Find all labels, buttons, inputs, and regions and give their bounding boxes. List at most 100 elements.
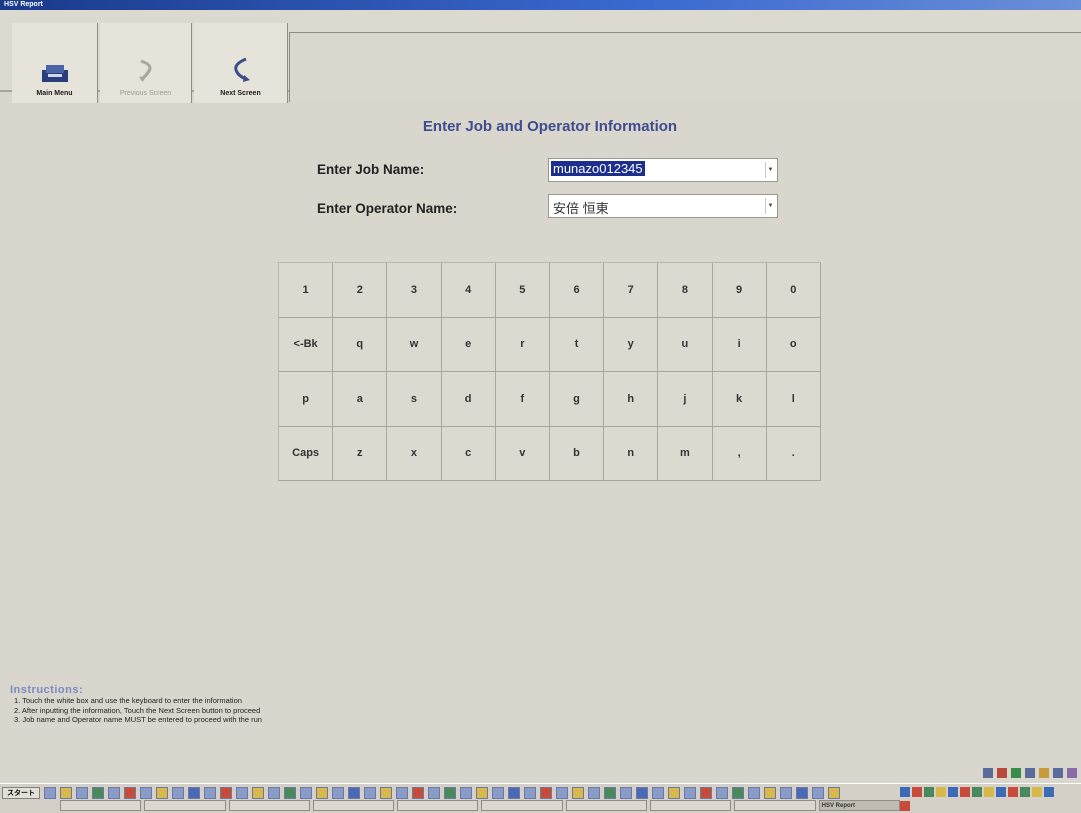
app-icon[interactable] [812,787,824,799]
key-q[interactable]: q [333,317,388,372]
app-icon[interactable] [108,787,120,799]
key-p[interactable]: p [279,372,334,427]
taskbar-task[interactable] [650,800,732,811]
key-m[interactable]: m [658,426,713,481]
ime-icon[interactable] [983,768,993,778]
app-icon[interactable] [140,787,152,799]
app-icon[interactable] [476,787,488,799]
app-icon[interactable] [620,787,632,799]
key-g[interactable]: g [549,372,605,427]
taskbar-task[interactable] [60,800,142,811]
key-r[interactable]: r [495,317,550,372]
operator-name-dropdown-icon[interactable]: ▼ [765,198,775,214]
app-icon[interactable] [524,787,536,799]
key-y[interactable]: y [604,317,659,372]
key-3[interactable]: 3 [387,263,442,318]
app-icon[interactable] [76,787,88,799]
taskbar-task[interactable] [397,800,479,811]
key-i[interactable]: i [712,317,767,372]
key-period[interactable]: . [766,426,821,481]
key-x[interactable]: x [387,426,442,481]
key-b[interactable]: b [549,426,605,481]
next-screen-button[interactable]: Next Screen [194,23,288,103]
app-icon[interactable] [572,787,584,799]
app-icon[interactable] [444,787,456,799]
key-5[interactable]: 5 [495,263,550,318]
key-6[interactable]: 6 [549,263,605,318]
key-k[interactable]: k [712,372,767,427]
app-icon[interactable] [60,787,72,799]
key-4[interactable]: 4 [441,263,496,318]
app-icon[interactable] [684,787,696,799]
app-icon[interactable] [332,787,344,799]
app-icon[interactable] [540,787,552,799]
job-name-dropdown-icon[interactable]: ▼ [765,162,775,178]
app-icon[interactable] [828,787,840,799]
app-icon[interactable] [300,787,312,799]
key-f[interactable]: f [495,372,550,427]
ime-icon[interactable] [1025,768,1035,778]
app-icon[interactable] [188,787,200,799]
app-icon[interactable] [748,787,760,799]
ime-icon[interactable] [1053,768,1063,778]
ime-icon[interactable] [1067,768,1077,778]
ime-icon[interactable] [997,768,1007,778]
app-icon[interactable] [508,787,520,799]
app-icon[interactable] [348,787,360,799]
app-icon[interactable] [668,787,680,799]
tray-icon[interactable] [900,787,910,797]
app-icon[interactable] [364,787,376,799]
app-icon[interactable] [796,787,808,799]
app-icon[interactable] [236,787,248,799]
key-v[interactable]: v [495,426,550,481]
app-icon[interactable] [460,787,472,799]
app-icon[interactable] [284,787,296,799]
tray-icon[interactable] [936,787,946,797]
key-z[interactable]: z [333,426,388,481]
tray-icon[interactable] [996,787,1006,797]
tray-icon[interactable] [1020,787,1030,797]
app-icon[interactable] [492,787,504,799]
key-comma[interactable]: , [712,426,767,481]
app-icon[interactable] [124,787,136,799]
app-icon[interactable] [732,787,744,799]
taskbar-task[interactable] [734,800,816,811]
app-icon[interactable] [700,787,712,799]
key-j[interactable]: j [658,372,713,427]
app-icon[interactable] [44,787,56,799]
tray-icon[interactable] [1032,787,1042,797]
app-icon[interactable] [396,787,408,799]
app-icon[interactable] [780,787,792,799]
tray-icon[interactable] [900,801,910,811]
app-icon[interactable] [556,787,568,799]
key-d[interactable]: d [441,372,496,427]
ime-icon[interactable] [1011,768,1021,778]
key-1[interactable]: 1 [279,263,334,318]
tray-icon[interactable] [1044,787,1054,797]
app-icon[interactable] [252,787,264,799]
taskbar-task[interactable] [144,800,226,811]
app-icon[interactable] [412,787,424,799]
tray-icon[interactable] [924,787,934,797]
key-w[interactable]: w [387,317,442,372]
key-a[interactable]: a [333,372,388,427]
app-icon[interactable] [204,787,216,799]
app-icon[interactable] [428,787,440,799]
app-icon[interactable] [92,787,104,799]
key-e[interactable]: e [441,317,496,372]
key-0[interactable]: 0 [766,263,821,318]
key-c[interactable]: c [441,426,496,481]
taskbar-task-active[interactable]: HSV Report [818,800,900,811]
tray-icon[interactable] [984,787,994,797]
app-icon[interactable] [716,787,728,799]
start-button[interactable]: スタート [2,787,40,799]
key-8[interactable]: 8 [658,263,713,318]
language-bar[interactable] [901,768,1081,782]
taskbar-task[interactable] [565,800,648,811]
app-icon[interactable] [156,787,168,799]
app-icon[interactable] [268,787,280,799]
app-icon[interactable] [588,787,600,799]
key-9[interactable]: 9 [712,263,767,318]
key-backspace[interactable]: <-Bk [279,317,334,372]
app-icon[interactable] [652,787,664,799]
